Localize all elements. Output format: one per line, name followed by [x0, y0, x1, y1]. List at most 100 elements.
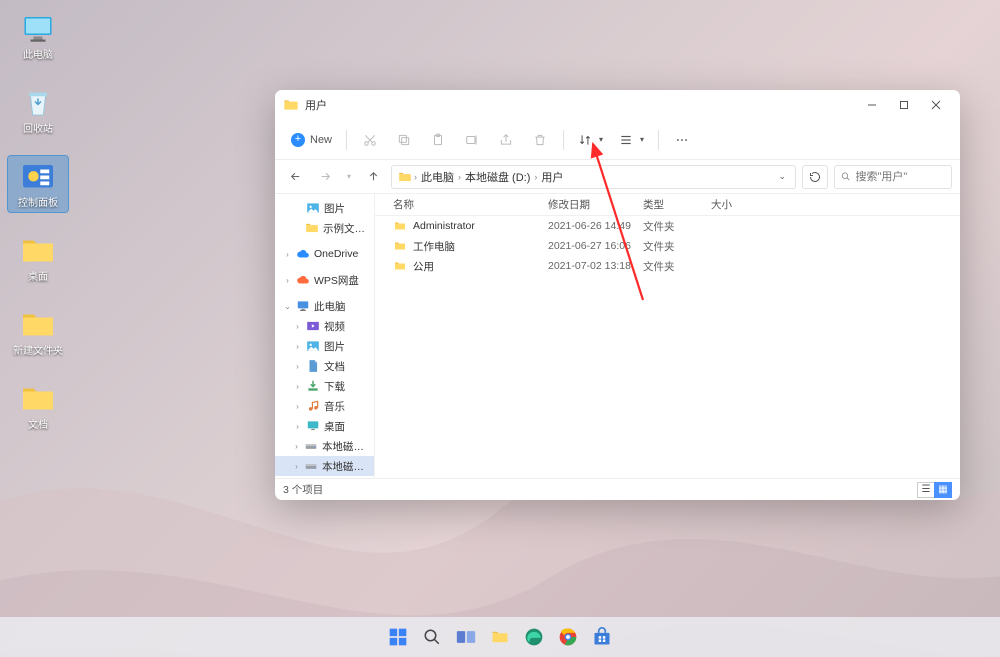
- sidebar-item[interactable]: › 视频: [275, 316, 374, 336]
- address-bar[interactable]: › 此电脑›本地磁盘 (D:)›用户 ⌄: [391, 165, 796, 189]
- desktop-icon-control-panel[interactable]: 控制面板: [8, 156, 68, 212]
- sort-button[interactable]: ▾: [572, 125, 609, 155]
- column-name[interactable]: 名称: [393, 197, 548, 212]
- copy-button[interactable]: [389, 125, 419, 155]
- breadcrumb-segment[interactable]: 此电脑: [419, 169, 456, 185]
- pictures-icon: [306, 201, 320, 215]
- sidebar-item[interactable]: › 本地磁盘 (C:): [275, 436, 374, 456]
- file-explorer-taskbar-icon[interactable]: [486, 623, 514, 651]
- desktop-icon-folder-newtmp[interactable]: 新建文件夹: [8, 304, 68, 360]
- delete-button[interactable]: [525, 125, 555, 155]
- search-box[interactable]: [834, 165, 952, 189]
- control-panel-icon: [20, 159, 56, 195]
- nav-recent-dropdown[interactable]: ▾: [343, 165, 355, 189]
- chevron-icon: ›: [293, 442, 300, 451]
- file-type: 文件夹: [643, 239, 711, 254]
- music-icon: [306, 399, 320, 413]
- sidebar-item-label: 图片: [324, 201, 345, 216]
- edge-taskbar-icon[interactable]: [520, 623, 548, 651]
- breadcrumb-segment[interactable]: 用户: [539, 169, 565, 185]
- table-row[interactable]: 工作电脑2021-06-27 16:06文件夹: [375, 236, 960, 256]
- details-view-button[interactable]: ☰: [917, 482, 935, 498]
- share-button[interactable]: [491, 125, 521, 155]
- chevron-icon: ›: [293, 462, 300, 471]
- wps-icon: [296, 273, 310, 287]
- desktop-icon-label: 控制面板: [18, 198, 58, 209]
- refresh-button[interactable]: [802, 165, 828, 189]
- nav-up-button[interactable]: [361, 165, 385, 189]
- sidebar-item[interactable]: ›本地磁盘 (D:): [275, 456, 374, 476]
- start-button[interactable]: [384, 623, 412, 651]
- address-dropdown-button[interactable]: ⌄: [775, 171, 789, 182]
- desktop-icon-this-pc[interactable]: 此电脑: [8, 8, 68, 64]
- column-headers[interactable]: 名称 修改日期 类型 大小: [375, 194, 960, 216]
- sidebar-item[interactable]: › 图片: [275, 336, 374, 356]
- close-button[interactable]: [920, 91, 952, 119]
- chrome-taskbar-icon[interactable]: [554, 623, 582, 651]
- folder-icon: [398, 170, 412, 184]
- desktop-icon-recycle-bin[interactable]: 回收站: [8, 82, 68, 138]
- new-button[interactable]: + New: [285, 125, 338, 155]
- sidebar-item[interactable]: 示例文件夹: [275, 218, 374, 238]
- sidebar-item-label: 图片: [324, 339, 345, 354]
- drive-icon: [304, 439, 318, 453]
- sidebar-item-label: 示例文件夹: [323, 221, 370, 236]
- taskbar-search-button[interactable]: [418, 623, 446, 651]
- taskbar[interactable]: [0, 617, 1000, 657]
- chevron-icon: ›: [293, 402, 302, 411]
- sidebar-item-label: WPS网盘: [314, 273, 359, 288]
- desktop-icon-folder-docs[interactable]: 文档: [8, 378, 68, 434]
- folder-icon: [305, 221, 319, 235]
- sidebar-item-label: 音乐: [324, 399, 345, 414]
- view-button[interactable]: ▾: [613, 125, 650, 155]
- column-type[interactable]: 类型: [643, 197, 711, 212]
- sidebar-item[interactable]: › 下载: [275, 376, 374, 396]
- rename-button[interactable]: [457, 125, 487, 155]
- chevron-icon: ›: [283, 276, 292, 285]
- sidebar-item[interactable]: ›OneDrive: [275, 244, 374, 264]
- column-date[interactable]: 修改日期: [548, 197, 643, 212]
- file-explorer-window: 用户 + New ▾ ▾ ▾ › 此电脑›本地磁盘 (D:)›用户 ⌄: [275, 90, 960, 500]
- toolbar-separator: [563, 130, 564, 150]
- sidebar-item-label: 视频: [324, 319, 345, 334]
- navigation-pane: 图片示例文件夹›OneDrive›WPS网盘⌄此电脑›视频›图片›文档›下载›音…: [275, 194, 375, 478]
- sidebar-item[interactable]: › WPS网盘: [275, 270, 374, 290]
- chevron-icon: ›: [293, 342, 302, 351]
- maximize-button[interactable]: [888, 91, 920, 119]
- drive-icon: [304, 459, 318, 473]
- table-row[interactable]: 公用2021-07-02 13:18文件夹: [375, 256, 960, 276]
- docs-icon: [306, 359, 320, 373]
- file-date: 2021-06-26 14:49: [548, 220, 643, 232]
- store-taskbar-icon[interactable]: [588, 623, 616, 651]
- more-button[interactable]: [667, 125, 697, 155]
- search-input[interactable]: [855, 171, 945, 183]
- sidebar-item-label: 本地磁盘 (C:): [322, 439, 370, 454]
- minimize-button[interactable]: [856, 91, 888, 119]
- folder-newtmp-icon: [20, 307, 56, 343]
- desktop-icon-folder-desktop[interactable]: 桌面: [8, 230, 68, 286]
- sidebar-item[interactable]: ›桌面: [275, 416, 374, 436]
- paste-button[interactable]: [423, 125, 453, 155]
- sidebar-item[interactable]: 图片: [275, 198, 374, 218]
- chevron-right-icon: ›: [458, 172, 461, 182]
- sidebar-item[interactable]: ⌄此电脑: [275, 296, 374, 316]
- new-button-label: New: [310, 134, 332, 146]
- nav-back-button[interactable]: [283, 165, 307, 189]
- task-view-button[interactable]: [452, 623, 480, 651]
- file-rows: Administrator2021-06-26 14:49文件夹工作电脑2021…: [375, 216, 960, 478]
- window-title: 用户: [305, 97, 856, 113]
- nav-forward-button[interactable]: [313, 165, 337, 189]
- icons-view-button[interactable]: ▦: [934, 482, 952, 498]
- chevron-icon: ›: [293, 422, 302, 431]
- breadcrumb-segment[interactable]: 本地磁盘 (D:): [463, 169, 532, 185]
- window-titlebar[interactable]: 用户: [275, 90, 960, 120]
- sidebar-item[interactable]: ›文档: [275, 356, 374, 376]
- chevron-icon: ›: [293, 322, 302, 331]
- downloads-icon: [306, 379, 320, 393]
- chevron-icon: ›: [293, 382, 302, 391]
- column-size[interactable]: 大小: [711, 197, 759, 212]
- table-row[interactable]: Administrator2021-06-26 14:49文件夹: [375, 216, 960, 236]
- cut-button[interactable]: [355, 125, 385, 155]
- sidebar-item-label: 下载: [324, 379, 345, 394]
- sidebar-item[interactable]: › 音乐: [275, 396, 374, 416]
